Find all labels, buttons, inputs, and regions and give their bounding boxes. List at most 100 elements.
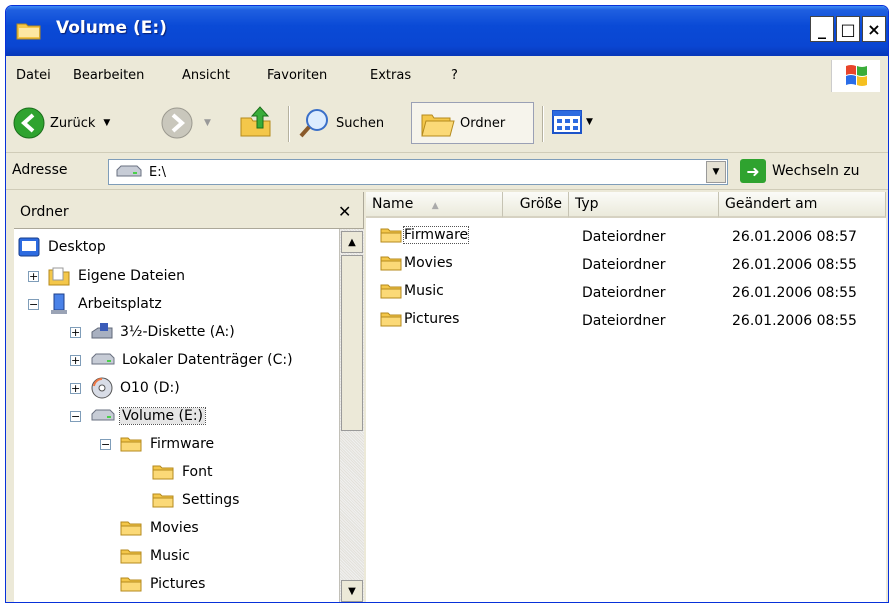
folder-pane-title: Ordner	[20, 204, 69, 220]
expand-icon[interactable]: +	[28, 271, 39, 282]
tree-item-drive-d[interactable]: O10 (D:)	[90, 376, 180, 400]
file-name: Firmware	[402, 226, 470, 244]
toolbar: Zurück ▼ ▼ Suchen Ordner ▼	[6, 96, 888, 153]
back-dropdown-icon[interactable]: ▼	[103, 118, 110, 128]
forward-dropdown-icon[interactable]: ▼	[204, 118, 211, 128]
menu-bearbeiten[interactable]: Bearbeiten	[73, 68, 144, 83]
menu-datei[interactable]: Datei	[16, 68, 51, 83]
maximize-button[interactable]: □	[836, 16, 860, 42]
drive-icon	[91, 353, 115, 365]
tree-label: Movies	[150, 520, 199, 536]
folder-icon	[152, 493, 174, 508]
row-name-cell[interactable]: Music	[380, 283, 444, 299]
tree-label: Firmware	[150, 436, 215, 452]
scroll-down-icon[interactable]: ▼	[341, 580, 363, 602]
computer-icon	[51, 293, 67, 314]
tree-item-volume-e[interactable]: Volume (E:)	[90, 404, 207, 428]
menu-extras[interactable]: Extras	[370, 68, 411, 83]
search-label: Suchen	[336, 115, 385, 131]
collapse-icon[interactable]: −	[28, 299, 39, 310]
tree-item-floppy[interactable]: 3½-Diskette (A:)	[90, 320, 235, 344]
file-modified: 26.01.2006 08:55	[732, 257, 857, 273]
tree-item-arbeitsplatz[interactable]: Arbeitsplatz	[48, 292, 162, 316]
column-label: Größe	[519, 196, 562, 212]
folder-tree: Desktop + Eigene Dateien − Arbeitsplatz …	[14, 229, 339, 602]
column-header-modified[interactable]: Geändert am	[719, 192, 886, 218]
sort-ascending-icon: ▲	[431, 201, 439, 211]
address-field[interactable]: E:\ ▼	[108, 159, 728, 185]
documents-icon	[48, 267, 70, 286]
forward-arrow-icon	[161, 107, 193, 139]
windows-flag-icon	[846, 65, 867, 86]
desktop-icon	[18, 237, 40, 257]
tree-label: Pictures	[150, 576, 206, 592]
row-name-cell[interactable]: Pictures	[380, 311, 459, 327]
folder-pane: Ordner ✕ Desktop + Eigene Dateien − Arbe…	[14, 192, 364, 602]
go-arrow-icon: ➜	[740, 159, 766, 183]
folder-icon	[380, 256, 402, 271]
tree-item-music[interactable]: Music	[120, 544, 190, 568]
tree-scrollbar[interactable]: ▲ ▼	[339, 229, 364, 602]
file-type: Dateiordner	[582, 257, 666, 273]
tree-item-drive-c[interactable]: Lokaler Datenträger (C:)	[90, 348, 293, 372]
drive-icon	[91, 409, 115, 421]
folder-icon	[380, 228, 402, 243]
views-button[interactable]: ▼	[552, 110, 593, 134]
row-name-cell[interactable]: Firmware	[380, 226, 470, 244]
close-icon: ×	[867, 19, 881, 39]
go-button[interactable]: ➜ Wechseln zu	[740, 159, 860, 183]
expand-icon[interactable]: +	[70, 327, 81, 338]
address-dropdown-icon[interactable]: ▼	[706, 161, 726, 183]
up-folder-icon	[240, 106, 271, 137]
go-label: Wechseln zu	[772, 163, 860, 179]
folders-button[interactable]: Ordner	[411, 102, 534, 144]
column-header-type[interactable]: Typ	[569, 192, 719, 218]
column-header-size[interactable]: Größe	[503, 192, 569, 218]
scroll-up-icon[interactable]: ▲	[341, 231, 363, 253]
column-label: Geändert am	[725, 196, 818, 212]
close-button[interactable]: ×	[862, 16, 886, 42]
tree-item-eigene-dateien[interactable]: Eigene Dateien	[48, 264, 185, 288]
minimize-button[interactable]: _	[810, 16, 834, 42]
file-modified: 26.01.2006 08:55	[732, 313, 857, 329]
back-label: Zurück	[50, 115, 96, 131]
folder-icon	[120, 437, 142, 452]
folder-icon	[120, 549, 142, 564]
tree-item-movies[interactable]: Movies	[120, 516, 199, 540]
address-label: Adresse	[12, 162, 68, 178]
folder-icon	[380, 312, 402, 327]
menu-ansicht[interactable]: Ansicht	[182, 68, 230, 83]
file-modified: 26.01.2006 08:57	[732, 229, 857, 245]
up-folder-button[interactable]	[238, 104, 274, 140]
tree-item-pictures[interactable]: Pictures	[120, 572, 205, 596]
tree-item-desktop[interactable]: Desktop	[18, 235, 106, 259]
file-type: Dateiordner	[582, 229, 666, 245]
tree-label: Font	[182, 464, 213, 480]
tree-item-firmware[interactable]: Firmware	[120, 432, 214, 456]
collapse-icon[interactable]: −	[100, 439, 111, 450]
file-name: Pictures	[404, 311, 460, 327]
folder-pane-close-icon[interactable]: ✕	[338, 202, 351, 221]
back-arrow-icon	[13, 107, 45, 139]
search-button[interactable]: Suchen	[298, 106, 384, 140]
folder-pane-header: Ordner ✕	[14, 192, 363, 229]
column-label: Name	[372, 196, 414, 212]
minimize-icon: _	[818, 19, 826, 39]
collapse-icon[interactable]: −	[70, 411, 81, 422]
column-header-name[interactable]: Name ▲	[366, 192, 503, 218]
tree-item-settings[interactable]: Settings	[152, 488, 239, 512]
scroll-thumb[interactable]	[341, 255, 363, 431]
menu-favoriten[interactable]: Favoriten	[267, 68, 327, 83]
title-bar[interactable]: Volume (E:) _ □ ×	[6, 6, 888, 56]
expand-icon[interactable]: +	[70, 355, 81, 366]
drive-icon	[116, 165, 142, 177]
row-name-cell[interactable]: Movies	[380, 255, 453, 271]
tree-item-font[interactable]: Font	[152, 460, 212, 484]
forward-button[interactable]: ▼	[160, 106, 211, 140]
expand-icon[interactable]: +	[70, 383, 81, 394]
tree-label-selected: Volume (E:)	[118, 407, 207, 425]
file-modified: 26.01.2006 08:55	[732, 285, 857, 301]
file-type: Dateiordner	[582, 313, 666, 329]
menu-help[interactable]: ?	[451, 68, 458, 83]
back-button[interactable]: Zurück ▼	[12, 106, 110, 140]
